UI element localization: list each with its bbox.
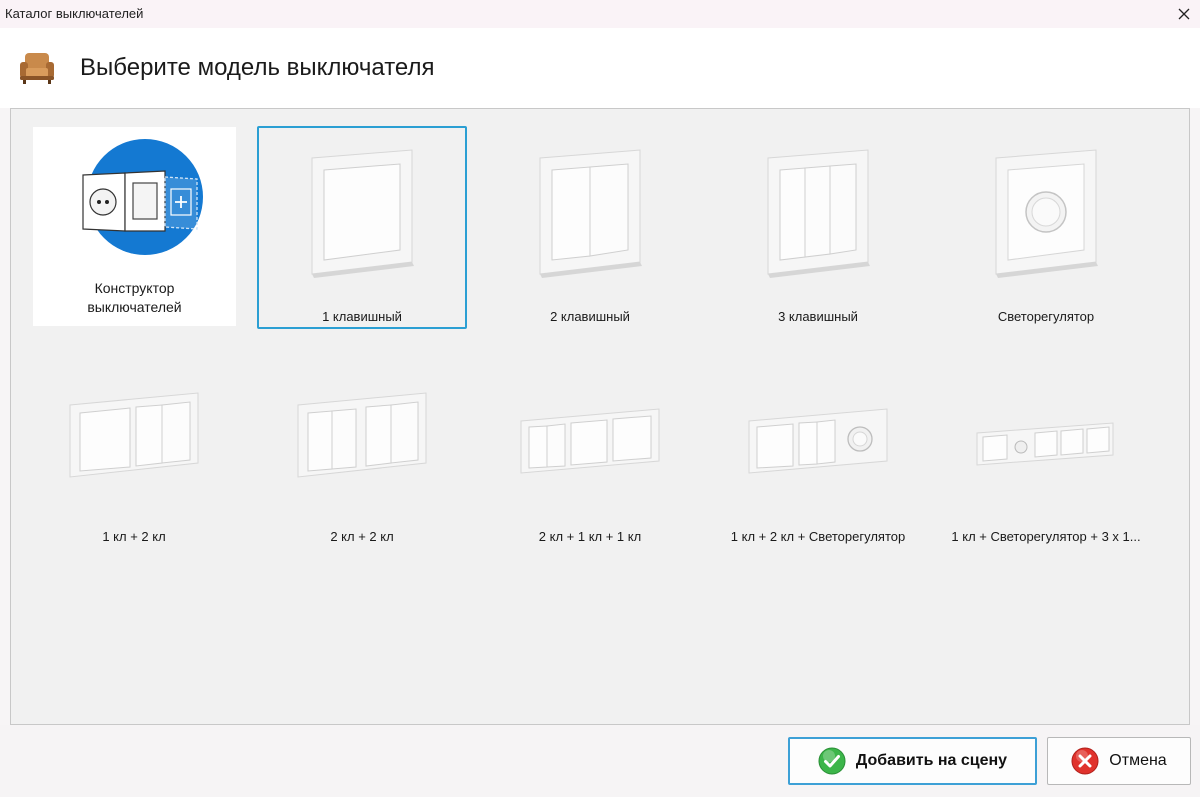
catalog-item-constructor[interactable]: Конструктор выключателей <box>33 127 236 326</box>
catalog-item-3-gang[interactable]: 3 клавишный <box>713 128 923 331</box>
catalog-gallery: Конструктор выключателей 1 клавишный 2 к… <box>10 108 1190 725</box>
switch-combo-thumbnail <box>748 408 888 474</box>
page-title: Выберите модель выключателя <box>80 54 435 81</box>
red-x-icon <box>1071 747 1099 775</box>
switch-combo-thumbnail <box>520 408 660 474</box>
title-bar: Каталог выключателей <box>0 0 1200 28</box>
switch-combo-thumbnail <box>69 392 199 478</box>
dimmer-thumbnail <box>995 149 1098 278</box>
switch-1-gang-thumbnail <box>311 149 414 278</box>
catalog-item-label: 1 кл + 2 кл <box>102 529 166 544</box>
catalog-item-2-plus-2[interactable]: 2 кл + 2 кл <box>257 361 467 551</box>
catalog-item-label: 1 кл + 2 кл + Светорегулятор <box>730 529 906 544</box>
dialog-header: Выберите модель выключателя <box>0 28 1200 108</box>
catalog-item-label: 1 клавишный <box>322 309 402 324</box>
catalog-item-label: 2 кл + 1 кл + 1 кл <box>538 529 642 544</box>
catalog-item-dimmer[interactable]: Светорегулятор <box>941 128 1151 331</box>
catalog-item-label: Конструктор выключателей <box>87 280 182 315</box>
catalog-item-label: Светорегулятор <box>997 309 1095 324</box>
switch-combo-thumbnail <box>297 392 427 478</box>
close-icon <box>1178 8 1190 20</box>
cancel-label: Отмена <box>1109 752 1167 769</box>
catalog-item-2-plus-1-plus-1[interactable]: 2 кл + 1 кл + 1 кл <box>485 361 695 551</box>
catalog-item-label: 2 кл + 2 кл <box>330 529 394 544</box>
add-to-scene-button[interactable]: Добавить на сцену <box>788 737 1037 785</box>
sofa-icon <box>20 53 54 84</box>
add-to-scene-label: Добавить на сцену <box>855 752 1008 769</box>
catalog-item-1-plus-2-plus-dimmer[interactable]: 1 кл + 2 кл + Светорегулятор <box>713 361 923 551</box>
green-check-icon <box>818 747 846 775</box>
catalog-item-1-gang[interactable]: 1 клавишный <box>257 126 467 329</box>
catalog-item-label: 2 клавишный <box>550 309 630 324</box>
switch-constructor-icon <box>81 139 203 255</box>
catalog-item-label: 3 клавишный <box>778 309 858 324</box>
window-title: Каталог выключателей <box>5 6 144 21</box>
close-button[interactable] <box>1168 0 1200 28</box>
catalog-item-1-plus-dimmer-plus-3x1[interactable]: 1 кл + Светорегулятор + 3 x 1... <box>941 361 1151 551</box>
switch-2-gang-thumbnail <box>539 149 642 278</box>
dialog-footer: Добавить на сцену Отмена <box>0 725 1200 797</box>
catalog-item-label: 1 кл + Светорегулятор + 3 x 1... <box>951 529 1141 544</box>
catalog-item-2-gang[interactable]: 2 клавишный <box>485 128 695 331</box>
catalog-item-1-plus-2[interactable]: 1 кл + 2 кл <box>29 361 239 551</box>
cancel-button[interactable]: Отмена <box>1047 737 1191 785</box>
switch-3-gang-thumbnail <box>767 149 870 278</box>
switch-combo-thumbnail <box>976 422 1114 466</box>
